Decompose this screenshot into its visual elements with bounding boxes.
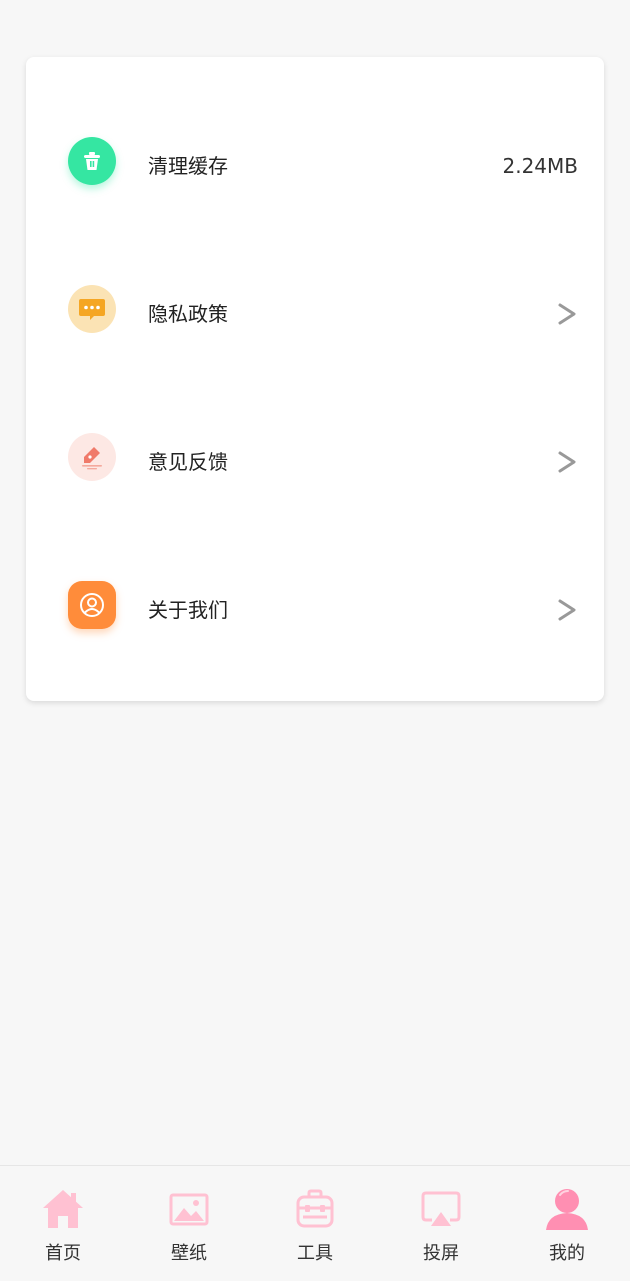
tab-cast-label: 投屏 <box>423 1243 459 1264</box>
user-circle-icon <box>68 581 116 629</box>
tab-profile[interactable]: 我的 <box>504 1166 630 1281</box>
edit-icon <box>68 433 116 481</box>
tab-wallpaper-label: 壁纸 <box>171 1243 207 1264</box>
clear-cache-row[interactable]: 清理缓存 2.24MB <box>26 109 604 209</box>
chevron-right-icon <box>558 599 576 621</box>
chevron-right-icon <box>558 303 576 325</box>
tab-tools[interactable]: 工具 <box>252 1166 378 1281</box>
profile-icon <box>546 1189 588 1230</box>
tab-home-label: 首页 <box>45 1243 81 1264</box>
tab-wallpaper[interactable]: 壁纸 <box>126 1166 252 1281</box>
tab-profile-label: 我的 <box>549 1243 585 1264</box>
tab-home[interactable]: 首页 <box>0 1166 126 1281</box>
privacy-policy-label: 隐私政策 <box>148 302 228 326</box>
clear-cache-label: 清理缓存 <box>148 154 228 178</box>
privacy-policy-row[interactable]: 隐私政策 <box>26 257 604 357</box>
chevron-right-icon <box>558 451 576 473</box>
tab-cast[interactable]: 投屏 <box>378 1166 504 1281</box>
image-icon <box>169 1193 209 1226</box>
feedback-row[interactable]: 意见反馈 <box>26 405 604 505</box>
settings-card: 清理缓存 2.24MB 隐私政策 意见反馈 关于我们 <box>26 57 604 701</box>
chat-icon <box>68 285 116 333</box>
home-icon <box>43 1190 83 1228</box>
about-us-row[interactable]: 关于我们 <box>26 553 604 653</box>
cast-icon <box>421 1191 461 1226</box>
bottom-tab-bar: 首页 壁纸 工具 投屏 我的 <box>0 1165 630 1281</box>
feedback-label: 意见反馈 <box>148 450 228 474</box>
trash-icon <box>68 137 116 185</box>
about-us-label: 关于我们 <box>148 598 228 622</box>
tab-tools-label: 工具 <box>297 1243 333 1264</box>
cache-size-value: 2.24MB <box>502 154 578 178</box>
toolbox-icon <box>296 1189 334 1228</box>
